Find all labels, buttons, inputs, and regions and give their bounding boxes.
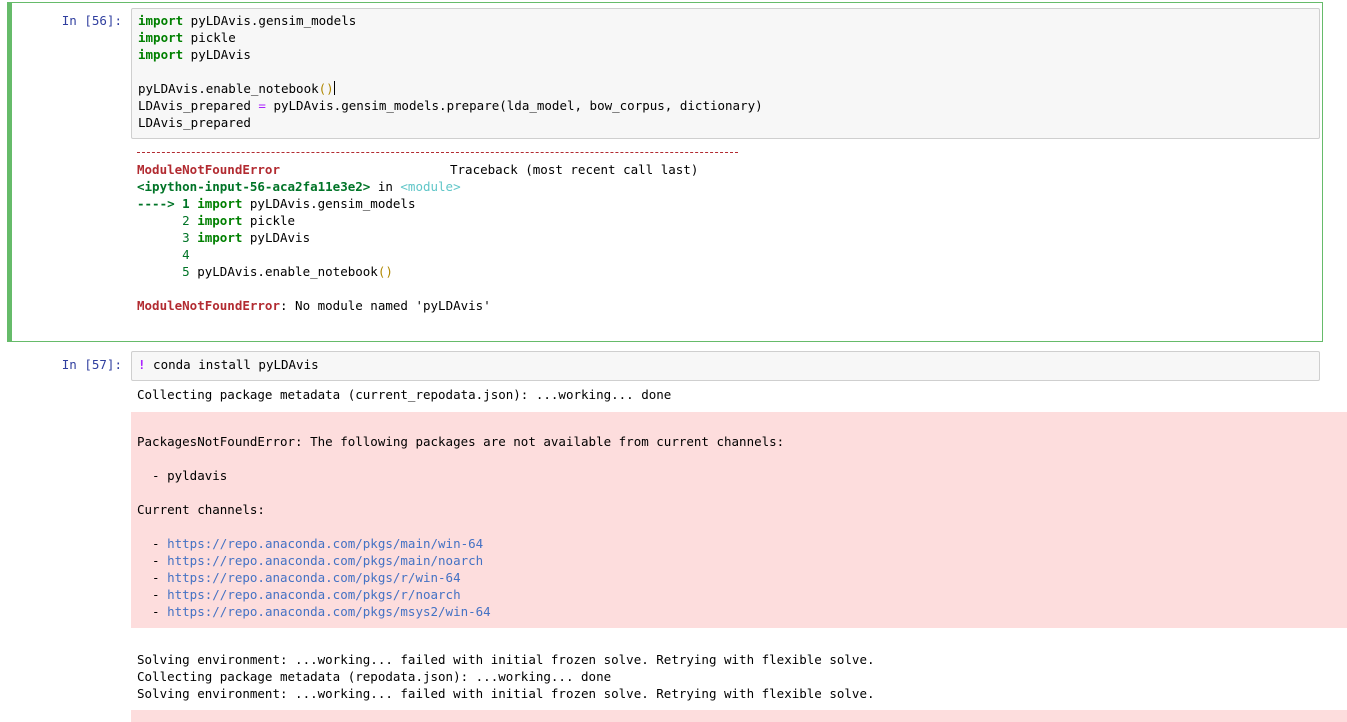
channel-link[interactable]: https://repo.anaconda.com/pkgs/r/noarch [167, 587, 461, 602]
traceback-input-ref: <ipython-input-56-aca2fa11e3e2> in <modu… [137, 179, 461, 194]
traceback-header: ModuleNotFoundError Traceback (most recen… [137, 162, 699, 177]
code-line-7: LDAvis_prepared [138, 115, 251, 130]
channel-link[interactable]: https://repo.anaconda.com/pkgs/main/noar… [167, 553, 483, 568]
channel-item: - https://repo.anaconda.com/pkgs/msys2/w… [137, 604, 491, 619]
traceback-line-2: 2 import pickle [137, 213, 296, 228]
code-line-3: import pyLDAvis [138, 47, 251, 62]
channel-link[interactable]: https://repo.anaconda.com/pkgs/main/win-… [167, 536, 483, 551]
stdout-solving-1: Solving environment: ...working... faile… [137, 652, 875, 667]
stdout-collecting-2: Collecting package metadata (repodata.js… [137, 669, 612, 684]
text-cursor [333, 81, 335, 95]
cell-57-command: ! conda install pyLDAvis [138, 357, 319, 372]
code-line-1: import pyLDAvis.gensim_models [138, 13, 357, 28]
stderr-title: PackagesNotFoundError: The following pac… [137, 434, 785, 449]
code-line-6: LDAvis_prepared = pyLDAvis.gensim_models… [138, 98, 763, 113]
cell-56-prompt: In [56]: [61, 13, 122, 28]
traceback-line-5: 5 pyLDAvis.enable_notebook() [137, 264, 393, 279]
stdout-collecting: Collecting package metadata (current_rep… [137, 387, 672, 402]
channel-item: - https://repo.anaconda.com/pkgs/main/no… [137, 553, 484, 568]
stdout-solving-2: Solving environment: ...working... faile… [137, 686, 875, 701]
channel-item: - https://repo.anaconda.com/pkgs/r/win-6… [137, 570, 461, 585]
channel-link[interactable]: https://repo.anaconda.com/pkgs/msys2/win… [167, 604, 491, 619]
stderr-output-block-2 [131, 710, 1347, 722]
traceback-final-error: ModuleNotFoundError: No module named 'py… [137, 298, 491, 313]
stderr-package: - pyldavis [137, 468, 228, 483]
code-line-5: pyLDAvis.enable_notebook() [138, 81, 335, 96]
traceback-line-1: ----> 1 import pyLDAvis.gensim_models [137, 196, 416, 211]
cell-57-prompt: In [57]: [61, 357, 122, 372]
stderr-channels-label: Current channels: [137, 502, 265, 517]
traceback-separator [137, 152, 738, 153]
code-line-2: import pickle [138, 30, 236, 45]
channel-item: - https://repo.anaconda.com/pkgs/main/wi… [137, 536, 484, 551]
traceback-line-4: 4 [137, 247, 190, 262]
channel-link[interactable]: https://repo.anaconda.com/pkgs/r/win-64 [167, 570, 461, 585]
channel-item: - https://repo.anaconda.com/pkgs/r/noarc… [137, 587, 461, 602]
traceback-line-3: 3 import pyLDAvis [137, 230, 311, 245]
